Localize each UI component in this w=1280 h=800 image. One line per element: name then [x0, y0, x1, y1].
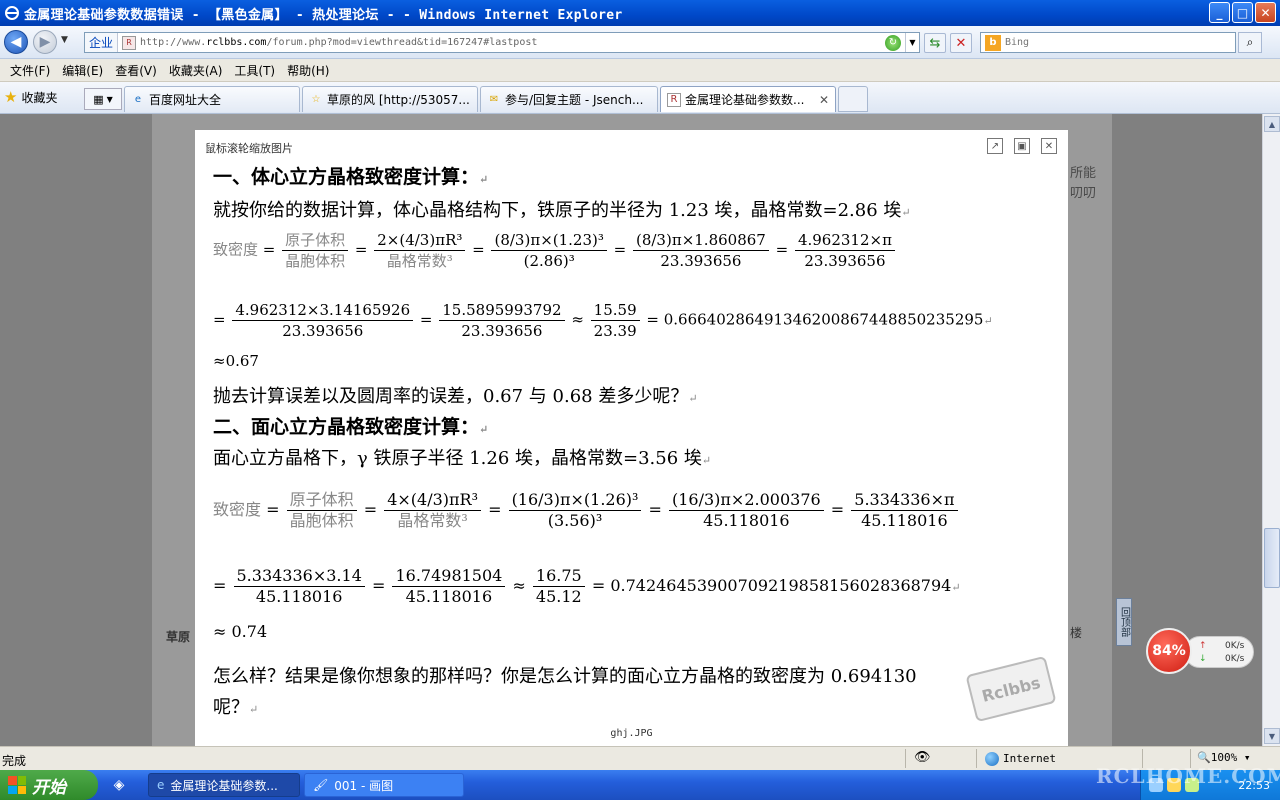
fcc-approx: ≈ 0.74 [213, 622, 268, 641]
ie-icon: e [157, 778, 165, 792]
scroll-thumb[interactable] [1264, 528, 1280, 588]
scroll-up-arrow-icon[interactable]: ▲ [1264, 116, 1280, 132]
quick-tabs-button[interactable]: ▦ ▼ [84, 88, 122, 110]
url-text[interactable]: http://www.rclbbs.com/forum.php?mod=view… [140, 37, 885, 48]
paragraph-bcc-data: 就按你给的数据计算，体心晶格结构下，铁原子的半径为 1.23 埃，晶格常数=2.… [213, 200, 911, 221]
new-tab-button[interactable] [838, 86, 868, 112]
fcc-equation-line1: 致密度 = 原子体积 晶胞体积 = 4×(4/3)πR³ 晶格常数³ = (16/3… [213, 490, 960, 531]
restore-icon[interactable]: ▣ [1014, 138, 1030, 154]
search-field[interactable]: b [980, 32, 1236, 53]
site-watermark: RCLHOME.COM [1096, 764, 1280, 788]
background-side-text: 所能 叨叨 [1070, 166, 1097, 201]
paragraph-question-end: 呢？↵ [213, 697, 259, 718]
address-dropdown-icon[interactable]: ▼ [905, 33, 919, 52]
background-username: 草原 [166, 630, 191, 644]
ie-icon [5, 6, 19, 20]
stop-button[interactable]: ✕ [950, 33, 972, 53]
search-icon[interactable]: ⌕ [1238, 32, 1262, 53]
tab-current[interactable]: R 金属理论基础参数数... ✕ [660, 86, 836, 112]
security-zone[interactable]: Internet [985, 749, 1056, 768]
tabs-bar: ★ 收藏夹 ▦ ▼ e 百度网址大全 ☆ 草原的风 [http://53057... ✉… [0, 82, 1280, 114]
address-field[interactable]: 企业 R http://www.rclbbs.com/forum.php?mod… [84, 32, 920, 53]
menu-tools[interactable]: 工具(T) [228, 62, 281, 79]
taskbar: 开始 ◈ e 金属理论基础参数... 🖌 001 - 画图 22:53 RCLHOM… [0, 764, 1280, 800]
paragraph-fcc-data: 面心立方晶格下，γ 铁原子半径 1.26 埃，晶格常数=3.56 埃↵ [213, 448, 712, 469]
status-bar: 完成 👁 Internet 🔍100% ▾ [0, 746, 1280, 770]
status-text: 完成 [2, 754, 27, 768]
upload-speed: 0K/s [1225, 641, 1245, 651]
privacy-icon[interactable]: 👁 [914, 750, 931, 765]
download-speed: 0K/s [1225, 654, 1245, 664]
forward-button[interactable]: ▶ [33, 30, 57, 54]
open-external-icon[interactable]: ↗ [987, 138, 1003, 154]
task-ie[interactable]: e 金属理论基础参数... [148, 773, 300, 797]
start-button[interactable]: 开始 [0, 770, 98, 800]
menu-edit[interactable]: 编辑(E) [56, 62, 109, 79]
fcc-equation-line2: = 5.334336×3.14 45.118016 = 16.74981504 45… [213, 566, 961, 606]
window-title: 金属理论基础参数数据错误 - 【黑色金属】 - 热处理论坛 - - Window… [24, 7, 623, 23]
close-tab-icon[interactable]: ✕ [811, 93, 829, 107]
menu-favorites[interactable]: 收藏夹(A) [163, 62, 229, 79]
zoom-hint: 鼠标滚轮缩放图片 [205, 142, 293, 155]
scroll-down-arrow-icon[interactable]: ▼ [1264, 728, 1280, 744]
bcc-approx: ≈0.67 [213, 352, 259, 370]
zoom-level[interactable]: 🔍100% ▾ [1197, 751, 1250, 764]
menu-bar: 文件(F) 编辑(E) 查看(V) 收藏夹(A) 工具(T) 帮助(H) [0, 59, 1280, 82]
window-title-bar: 金属理论基础参数数据错误 - 【黑色金属】 - 热处理论坛 - - Window… [0, 0, 1280, 26]
tab-reply[interactable]: ✉ 参与/回复主题 - Jsench... [480, 86, 658, 112]
network-speed-widget[interactable]: ↑ 0K/s ↓ 0K/s 84% [1146, 628, 1254, 674]
mail-icon: ✉ [489, 94, 499, 105]
page-scrollbar[interactable]: ▲ ▼ [1262, 114, 1280, 746]
refresh-button[interactable]: ⇆ [924, 33, 946, 53]
compatibility-icon[interactable]: ↻ [885, 34, 901, 51]
close-window-button[interactable]: ✕ [1255, 2, 1276, 23]
bcc-equation-line2: = 4.962312×3.14165926 23.393656 = 15.5895… [213, 301, 993, 340]
task-paint[interactable]: 🖌 001 - 画图 [304, 773, 464, 797]
back-to-top-button[interactable]: 回顶部 [1116, 598, 1132, 646]
heading-bcc: 一、体心立方晶格致密度计算：↵ [213, 166, 489, 188]
speed-readout: ↑ 0K/s ↓ 0K/s [1184, 636, 1254, 668]
download-arrow-icon: ↓ [1199, 654, 1207, 664]
quick-launch-icon[interactable]: ◈ [108, 775, 130, 795]
image-filename: ghj.JPG [610, 728, 653, 739]
bcc-equation-line1: 致密度 = 原子体积 晶胞体积 = 2×(4/3)πR³ 晶格常数³ = (8/3)… [213, 230, 897, 271]
favorites-button[interactable]: ★ 收藏夹 [4, 88, 57, 106]
site-favicon: R [122, 35, 137, 50]
menu-view[interactable]: 查看(V) [109, 62, 163, 79]
paragraph-question: 怎么样？结果是像你想象的那样吗？你是怎么计算的面心立方晶格的致密度为 0.694… [213, 666, 917, 687]
page-content: 所能 叨叨 草原 楼 回顶部 鼠标滚轮缩放图片 ↗ ▣ ✕ 一、体心立方晶格致密度… [0, 114, 1262, 746]
windows-logo-icon [8, 776, 26, 794]
memory-usage-badge[interactable]: 84% [1146, 628, 1192, 674]
back-button[interactable]: ◀ [4, 30, 28, 54]
menu-file[interactable]: 文件(F) [4, 62, 56, 79]
star-icon: ★ [4, 88, 18, 106]
tab-baidu[interactable]: e 百度网址大全 [124, 86, 300, 112]
upload-arrow-icon: ↑ [1199, 641, 1207, 651]
address-toolbar: ◀ ▶ ▼ 企业 R http://www.rclbbs.com/forum.p… [0, 26, 1280, 59]
close-viewer-icon[interactable]: ✕ [1041, 138, 1057, 154]
bing-icon: b [985, 34, 1001, 51]
menu-help[interactable]: 帮助(H) [281, 62, 335, 79]
rclbbs-watermark-stamp: Rclbbs [965, 655, 1057, 723]
background-floor: 楼 [1070, 626, 1083, 640]
globe-icon [985, 751, 999, 766]
star-icon: ☆ [311, 94, 321, 105]
paragraph-error: 抛去计算误差以及圆周率的误差，0.67 与 0.68 差多少呢？↵ [213, 386, 698, 407]
heading-fcc: 二、面心立方晶格致密度计算：↵ [213, 416, 489, 438]
image-viewer: 鼠标滚轮缩放图片 ↗ ▣ ✕ 一、体心立方晶格致密度计算：↵ 就按你给的数据计算… [195, 130, 1068, 746]
minimize-button[interactable]: _ [1209, 2, 1230, 23]
recent-pages-dropdown[interactable]: ▼ [61, 35, 68, 45]
maximize-button[interactable]: □ [1232, 2, 1253, 23]
ie-icon: e [134, 94, 142, 105]
tab-caoyuan[interactable]: ☆ 草原的风 [http://53057... [302, 86, 478, 112]
zone-label[interactable]: 企业 [85, 33, 119, 52]
site-icon: R [667, 92, 681, 107]
paint-icon: 🖌 [313, 778, 329, 792]
search-input[interactable] [1005, 37, 1235, 48]
